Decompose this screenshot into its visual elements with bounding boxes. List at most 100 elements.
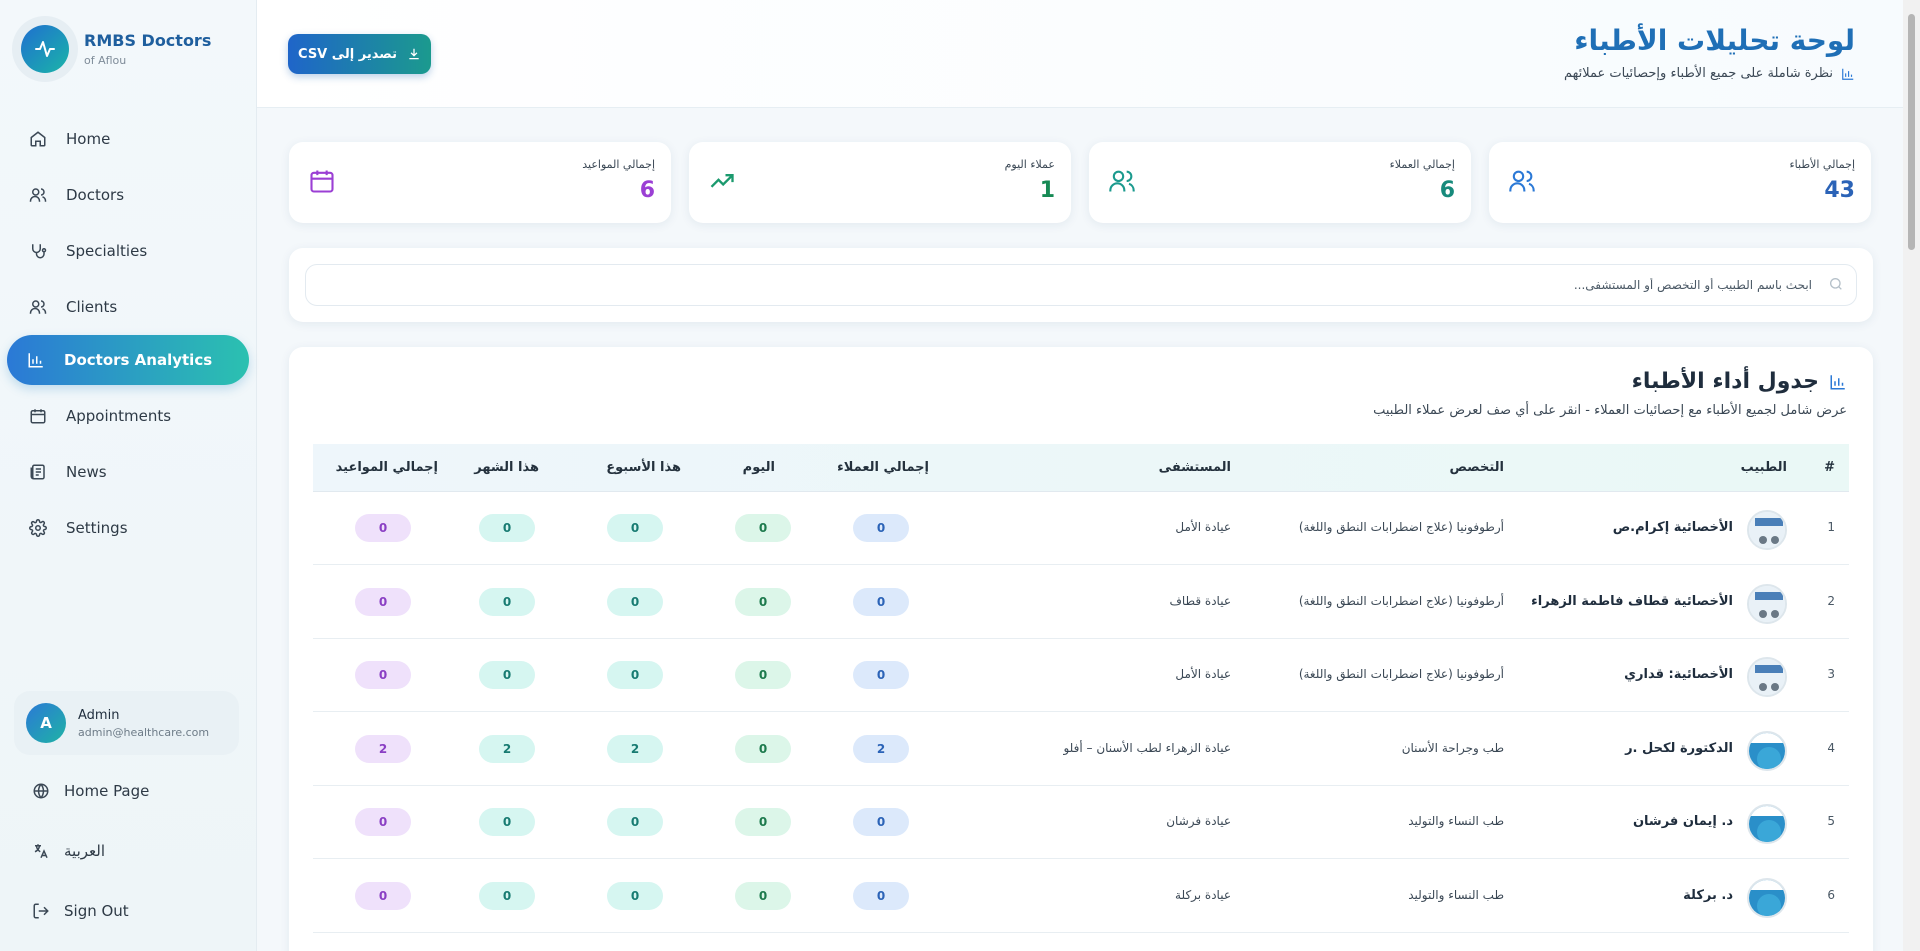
specialty-cell: أرطوفونيا (علاج اضطرابات النطق واللغة): [1298, 593, 1504, 608]
sidebar-item-label: Specialties: [66, 242, 148, 260]
sidebar-item-doctors-analytics[interactable]: Doctors Analytics: [7, 335, 249, 385]
home-page-link[interactable]: Home Page: [30, 780, 149, 802]
col-today[interactable]: اليوم: [743, 460, 775, 475]
row-index: 4: [1827, 740, 1835, 755]
stat-label: عملاء اليوم: [1004, 158, 1055, 171]
calendar-icon: [27, 405, 49, 427]
col-specialty[interactable]: التخصص: [1449, 460, 1504, 475]
bar-chart-icon: [1829, 373, 1847, 391]
col-hospital[interactable]: المستشفى: [1159, 460, 1231, 475]
total-appointments-badge: 0: [355, 881, 411, 910]
total-appointments-badge: 0: [355, 514, 411, 542]
sign-out-button[interactable]: Sign Out: [30, 900, 129, 922]
sidebar-item-news[interactable]: News: [7, 447, 249, 497]
table-row[interactable]: 1 الأخصائية إكرام.ص أرطوفونيا (علاج اضطراب…: [313, 492, 1849, 565]
export-csv-label: تصدير إلى CSV: [298, 46, 397, 62]
globe-icon: [30, 780, 52, 802]
doctor-name: د. بركلة: [1683, 887, 1733, 903]
gear-icon: [27, 517, 49, 539]
language-toggle[interactable]: العربية: [30, 840, 105, 862]
translate-icon: [30, 840, 52, 862]
specialty-cell: طب النساء والتوليد: [1408, 814, 1504, 828]
stat-clients-today: عملاء اليوم 1: [689, 142, 1071, 223]
scroll-thumb[interactable]: [1908, 14, 1915, 250]
this-week-badge: 2: [607, 734, 663, 763]
language-label: العربية: [64, 842, 105, 860]
calendar-icon: [305, 164, 339, 198]
bar-chart-icon: [1841, 67, 1855, 81]
this-month-badge: 0: [479, 661, 535, 689]
this-week-badge: 0: [607, 514, 663, 542]
col-this-month[interactable]: هذا الشهر: [474, 460, 539, 475]
bar-chart-icon: [25, 349, 47, 371]
sidebar-item-label: Doctors: [66, 186, 125, 204]
sidebar-item-settings[interactable]: Settings: [7, 503, 249, 553]
sidebar-item-specialties[interactable]: Specialties: [7, 226, 249, 276]
doctor-avatar: [1747, 877, 1787, 918]
page-title: لوحة تحليلات الأطباء: [1574, 24, 1855, 57]
search-input[interactable]: [306, 265, 1816, 305]
today-badge: 0: [735, 587, 791, 616]
specialty-cell: طب وجراحة الأسنان: [1401, 740, 1504, 755]
trending-up-icon: [705, 164, 739, 198]
sidebar-item-home[interactable]: Home: [7, 114, 249, 164]
table-row[interactable]: 6 د. بركلة طب النساء والتوليد عيادة بركلة 0 0…: [313, 860, 1849, 933]
row-index: 5: [1827, 814, 1835, 828]
this-week-badge: 0: [607, 881, 663, 910]
col-total-clients[interactable]: إجمالي العملاء: [837, 460, 929, 475]
doctor-avatar: [1747, 804, 1787, 844]
doctor-name: الدكتورة لكحل .ر: [1625, 740, 1733, 756]
this-month-badge: 0: [479, 514, 535, 542]
this-week-badge: 0: [607, 808, 663, 836]
stat-label: إجمالي المواعيد: [582, 158, 655, 171]
row-index: 3: [1827, 667, 1835, 681]
sidebar-item-doctors[interactable]: Doctors: [7, 170, 249, 220]
table-row[interactable]: 2 الأخصائية قطاف فاطمة الزهراء أرطوفونيا (…: [313, 566, 1849, 639]
page-scrollbar[interactable]: [1903, 0, 1920, 951]
doctor-name: الأخصائية قطاف فاطمة الزهراء: [1531, 593, 1733, 609]
brand[interactable]: RMBS Doctors of Aflou: [12, 16, 211, 82]
table-title: جدول أداء الأطباء: [1632, 369, 1847, 394]
sidebar-item-label: Doctors Analytics: [64, 351, 213, 369]
hospital-cell: عيادة بركلة: [1175, 887, 1231, 902]
hospital-cell: عيادة الأمل: [1175, 667, 1231, 681]
total-clients-badge: 0: [853, 808, 909, 836]
col-this-week[interactable]: هذا الأسبوع: [606, 460, 681, 475]
today-badge: 0: [735, 661, 791, 689]
total-clients-badge: 0: [853, 661, 909, 689]
col-index: #: [1824, 460, 1835, 475]
table-row[interactable]: 4 الدكتورة لكحل .ر طب وجراحة الأسنان عيادة …: [313, 713, 1849, 786]
user-card[interactable]: A Admin admin@healthcare.com: [14, 691, 239, 755]
users-icon: [27, 296, 49, 318]
users-icon: [1105, 164, 1139, 198]
this-month-badge: 2: [479, 734, 535, 763]
stat-value: 1: [1039, 178, 1055, 203]
users-icon: [27, 184, 49, 206]
hospital-cell: عيادة قطاف: [1169, 593, 1231, 608]
hospital-cell: عيادة الأمل: [1175, 520, 1231, 534]
sidebar-item-appointments[interactable]: Appointments: [7, 391, 249, 441]
today-badge: 0: [735, 881, 791, 910]
col-total-appointments[interactable]: إجمالي المواعيد: [336, 460, 438, 475]
stat-value: 6: [639, 178, 655, 203]
hospital-cell: عيادة الزهراء لطب الأسنان – أفلو: [1063, 740, 1231, 755]
row-index: 1: [1827, 520, 1835, 534]
doctor-avatar: [1747, 730, 1787, 771]
doctor-avatar: [1747, 583, 1787, 624]
stat-value: 6: [1439, 178, 1455, 203]
sidebar-item-label: Home: [66, 130, 111, 148]
today-badge: 0: [735, 514, 791, 542]
home-icon: [27, 128, 49, 150]
specialty-cell: أرطوفونيا (علاج اضطرابات النطق واللغة): [1298, 667, 1504, 681]
total-clients-badge: 0: [853, 881, 909, 910]
doctor-avatar: [1747, 657, 1787, 697]
export-csv-button[interactable]: تصدير إلى CSV: [288, 34, 431, 74]
search-panel: [289, 248, 1873, 322]
stat-total-appointments: إجمالي المواعيد 6: [289, 142, 671, 223]
sidebar-item-label: Appointments: [66, 407, 172, 425]
sidebar-item-clients[interactable]: Clients: [7, 282, 249, 332]
table-row[interactable]: 3 الأخصائية: قداري أرطوفونيا (علاج اضطرابا…: [313, 639, 1849, 712]
total-clients-badge: 2: [853, 734, 909, 763]
col-doctor[interactable]: الطبيب: [1741, 460, 1787, 475]
table-row[interactable]: 5 د. إيمان فرشان طب النساء والتوليد عيادة ف…: [313, 786, 1849, 859]
